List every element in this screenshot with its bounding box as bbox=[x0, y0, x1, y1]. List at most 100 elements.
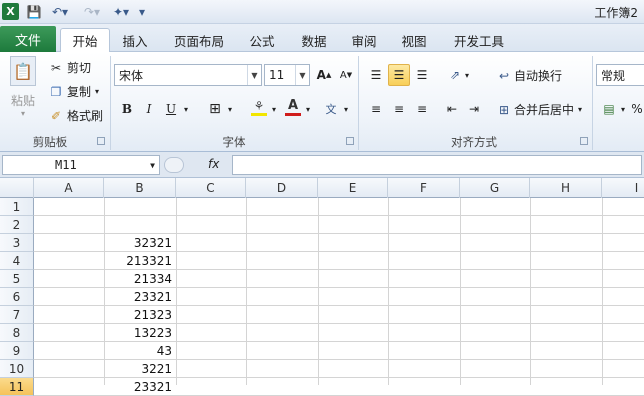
column-header[interactable]: C bbox=[176, 178, 246, 198]
tab-view[interactable]: 视图 bbox=[394, 28, 434, 52]
row-header[interactable]: 4 bbox=[0, 252, 34, 270]
tab-review[interactable]: 审阅 bbox=[344, 28, 384, 52]
bold-button[interactable]: B bbox=[116, 98, 138, 120]
copy-button[interactable]: ❐ 复制 ▾ bbox=[48, 83, 99, 100]
row-header[interactable]: 8 bbox=[0, 324, 34, 342]
cell-b[interactable] bbox=[104, 198, 176, 216]
decrease-font-size-button[interactable]: A ▼ bbox=[335, 64, 357, 86]
font-color-swatch bbox=[285, 113, 301, 116]
select-all-corner[interactable] bbox=[0, 178, 34, 198]
tab-developer[interactable]: 开发工具 bbox=[446, 28, 512, 52]
decrease-indent-icon[interactable]: ⇤ bbox=[441, 98, 463, 120]
cell-b[interactable]: 213321 bbox=[104, 252, 176, 270]
italic-button[interactable]: I bbox=[138, 98, 160, 120]
tab-insert[interactable]: 插入 bbox=[112, 28, 158, 52]
accounting-dropdown-icon[interactable]: ▾ bbox=[618, 98, 628, 120]
column-header[interactable]: I bbox=[602, 178, 644, 198]
clipboard-launcher-icon[interactable] bbox=[97, 137, 105, 145]
font-color-dropdown-icon[interactable]: ▾ bbox=[302, 98, 314, 120]
underline-dropdown-icon[interactable]: ▾ bbox=[180, 98, 192, 120]
column-header[interactable]: E bbox=[318, 178, 388, 198]
underline-button[interactable]: U bbox=[160, 98, 182, 120]
font-size-select[interactable]: 11 ▼ bbox=[264, 64, 310, 86]
row-header[interactable]: 6 bbox=[0, 288, 34, 306]
save-icon[interactable]: 💾 bbox=[26, 3, 42, 20]
row-header[interactable]: 5 bbox=[0, 270, 34, 288]
cell-b[interactable]: 13223 bbox=[104, 324, 176, 342]
tab-data[interactable]: 数据 bbox=[292, 28, 336, 52]
column-header[interactable]: D bbox=[246, 178, 318, 198]
tab-formulas[interactable]: 公式 bbox=[240, 28, 284, 52]
row-header[interactable]: 9 bbox=[0, 342, 34, 360]
cell-b[interactable]: 23321 bbox=[104, 378, 176, 396]
wrap-text-label: 自动换行 bbox=[514, 69, 563, 83]
formula-bar-splitter[interactable] bbox=[164, 157, 184, 173]
row-header[interactable]: 1 bbox=[0, 198, 34, 216]
increase-indent-icon[interactable]: ⇥ bbox=[463, 98, 485, 120]
cell-value: 43 bbox=[156, 344, 172, 358]
fill-color-button[interactable]: ⚘ bbox=[248, 96, 270, 118]
name-box[interactable]: M11 ▼ bbox=[2, 155, 160, 175]
cut-button[interactable]: ✂ 剪切 bbox=[48, 59, 91, 76]
row-header[interactable]: 10 bbox=[0, 360, 34, 378]
wrap-text-button[interactable]: ↩ 自动换行 bbox=[496, 67, 562, 84]
font-color-button[interactable]: A bbox=[282, 96, 304, 118]
format-painter-button[interactable]: ✐ 格式刷 bbox=[48, 107, 103, 124]
column-header[interactable]: G bbox=[460, 178, 530, 198]
cell-b[interactable] bbox=[104, 216, 176, 234]
align-right-icon[interactable]: ≡ bbox=[411, 98, 433, 120]
borders-dropdown-icon[interactable]: ▾ bbox=[224, 98, 236, 120]
orientation-dropdown-icon[interactable]: ▾ bbox=[462, 64, 472, 86]
customize-quick-access-icon[interactable]: ▾ bbox=[136, 3, 148, 20]
cell-b[interactable]: 3221 bbox=[104, 360, 176, 378]
align-bottom-icon[interactable]: ☰ bbox=[411, 64, 433, 86]
phonetic-guide-icon[interactable]: 文 bbox=[320, 98, 342, 120]
phonetic-dropdown-icon[interactable]: ▾ bbox=[340, 98, 352, 120]
fill-color-swatch bbox=[251, 112, 267, 116]
cell-b[interactable]: 23321 bbox=[104, 288, 176, 306]
fill-color-dropdown-icon[interactable]: ▾ bbox=[268, 98, 280, 120]
group-divider bbox=[110, 56, 111, 150]
column-header[interactable]: F bbox=[388, 178, 460, 198]
align-center-icon[interactable]: ≡ bbox=[388, 98, 410, 120]
percent-style-icon[interactable]: % bbox=[630, 98, 644, 120]
redo-icon[interactable]: ↷▾ bbox=[80, 3, 104, 20]
formula-bar: M11 ▼ fx bbox=[0, 152, 644, 178]
accounting-format-icon[interactable]: ▤ bbox=[598, 98, 620, 120]
font-launcher-icon[interactable] bbox=[346, 137, 354, 145]
chevron-down-icon: ▾ bbox=[95, 87, 100, 96]
clipboard-group-label: 剪贴板 bbox=[32, 135, 68, 149]
tab-file[interactable]: 文件 bbox=[0, 26, 56, 52]
tab-page-layout[interactable]: 页面布局 bbox=[164, 28, 234, 52]
row-header[interactable]: 3 bbox=[0, 234, 34, 252]
increase-font-size-button[interactable]: A ▲ bbox=[313, 64, 335, 86]
column-header[interactable]: B bbox=[104, 178, 176, 198]
row-header[interactable]: 2 bbox=[0, 216, 34, 234]
row-header[interactable]: 7 bbox=[0, 306, 34, 324]
alignment-launcher-icon[interactable] bbox=[580, 137, 588, 145]
font-name-select[interactable]: 宋体 ▼ bbox=[114, 64, 262, 86]
cell-b[interactable]: 21334 bbox=[104, 270, 176, 288]
tab-home[interactable]: 开始 bbox=[60, 28, 110, 52]
row-header[interactable]: 11 bbox=[0, 378, 34, 396]
cell-b[interactable]: 43 bbox=[104, 342, 176, 360]
formula-input[interactable] bbox=[232, 155, 642, 175]
tools-icon[interactable]: ✦▾ bbox=[110, 3, 132, 20]
sheet-row: 21334 bbox=[34, 270, 644, 288]
cell-b[interactable]: 21323 bbox=[104, 306, 176, 324]
column-header[interactable]: A bbox=[34, 178, 104, 198]
align-middle-icon[interactable]: ☰ bbox=[388, 64, 410, 86]
align-top-icon[interactable]: ☰ bbox=[365, 64, 387, 86]
number-format-select[interactable]: 常规 bbox=[596, 64, 644, 86]
column-header-row: A B C D E F G H I bbox=[0, 178, 644, 198]
chevron-down-icon: ▼ bbox=[150, 160, 155, 170]
cell-b[interactable]: 32321 bbox=[104, 234, 176, 252]
align-left-icon[interactable]: ≡ bbox=[365, 98, 387, 120]
column-header[interactable]: H bbox=[530, 178, 602, 198]
undo-icon[interactable]: ↶▾ bbox=[48, 3, 72, 20]
borders-icon[interactable]: ⊞ bbox=[204, 98, 226, 120]
paste-button[interactable]: 📋 粘贴 ▾ bbox=[8, 56, 38, 130]
group-divider bbox=[358, 56, 359, 150]
merge-center-button[interactable]: ⊞ 合并后居中 ▾ bbox=[496, 101, 582, 118]
insert-function-icon[interactable]: fx bbox=[208, 157, 219, 171]
